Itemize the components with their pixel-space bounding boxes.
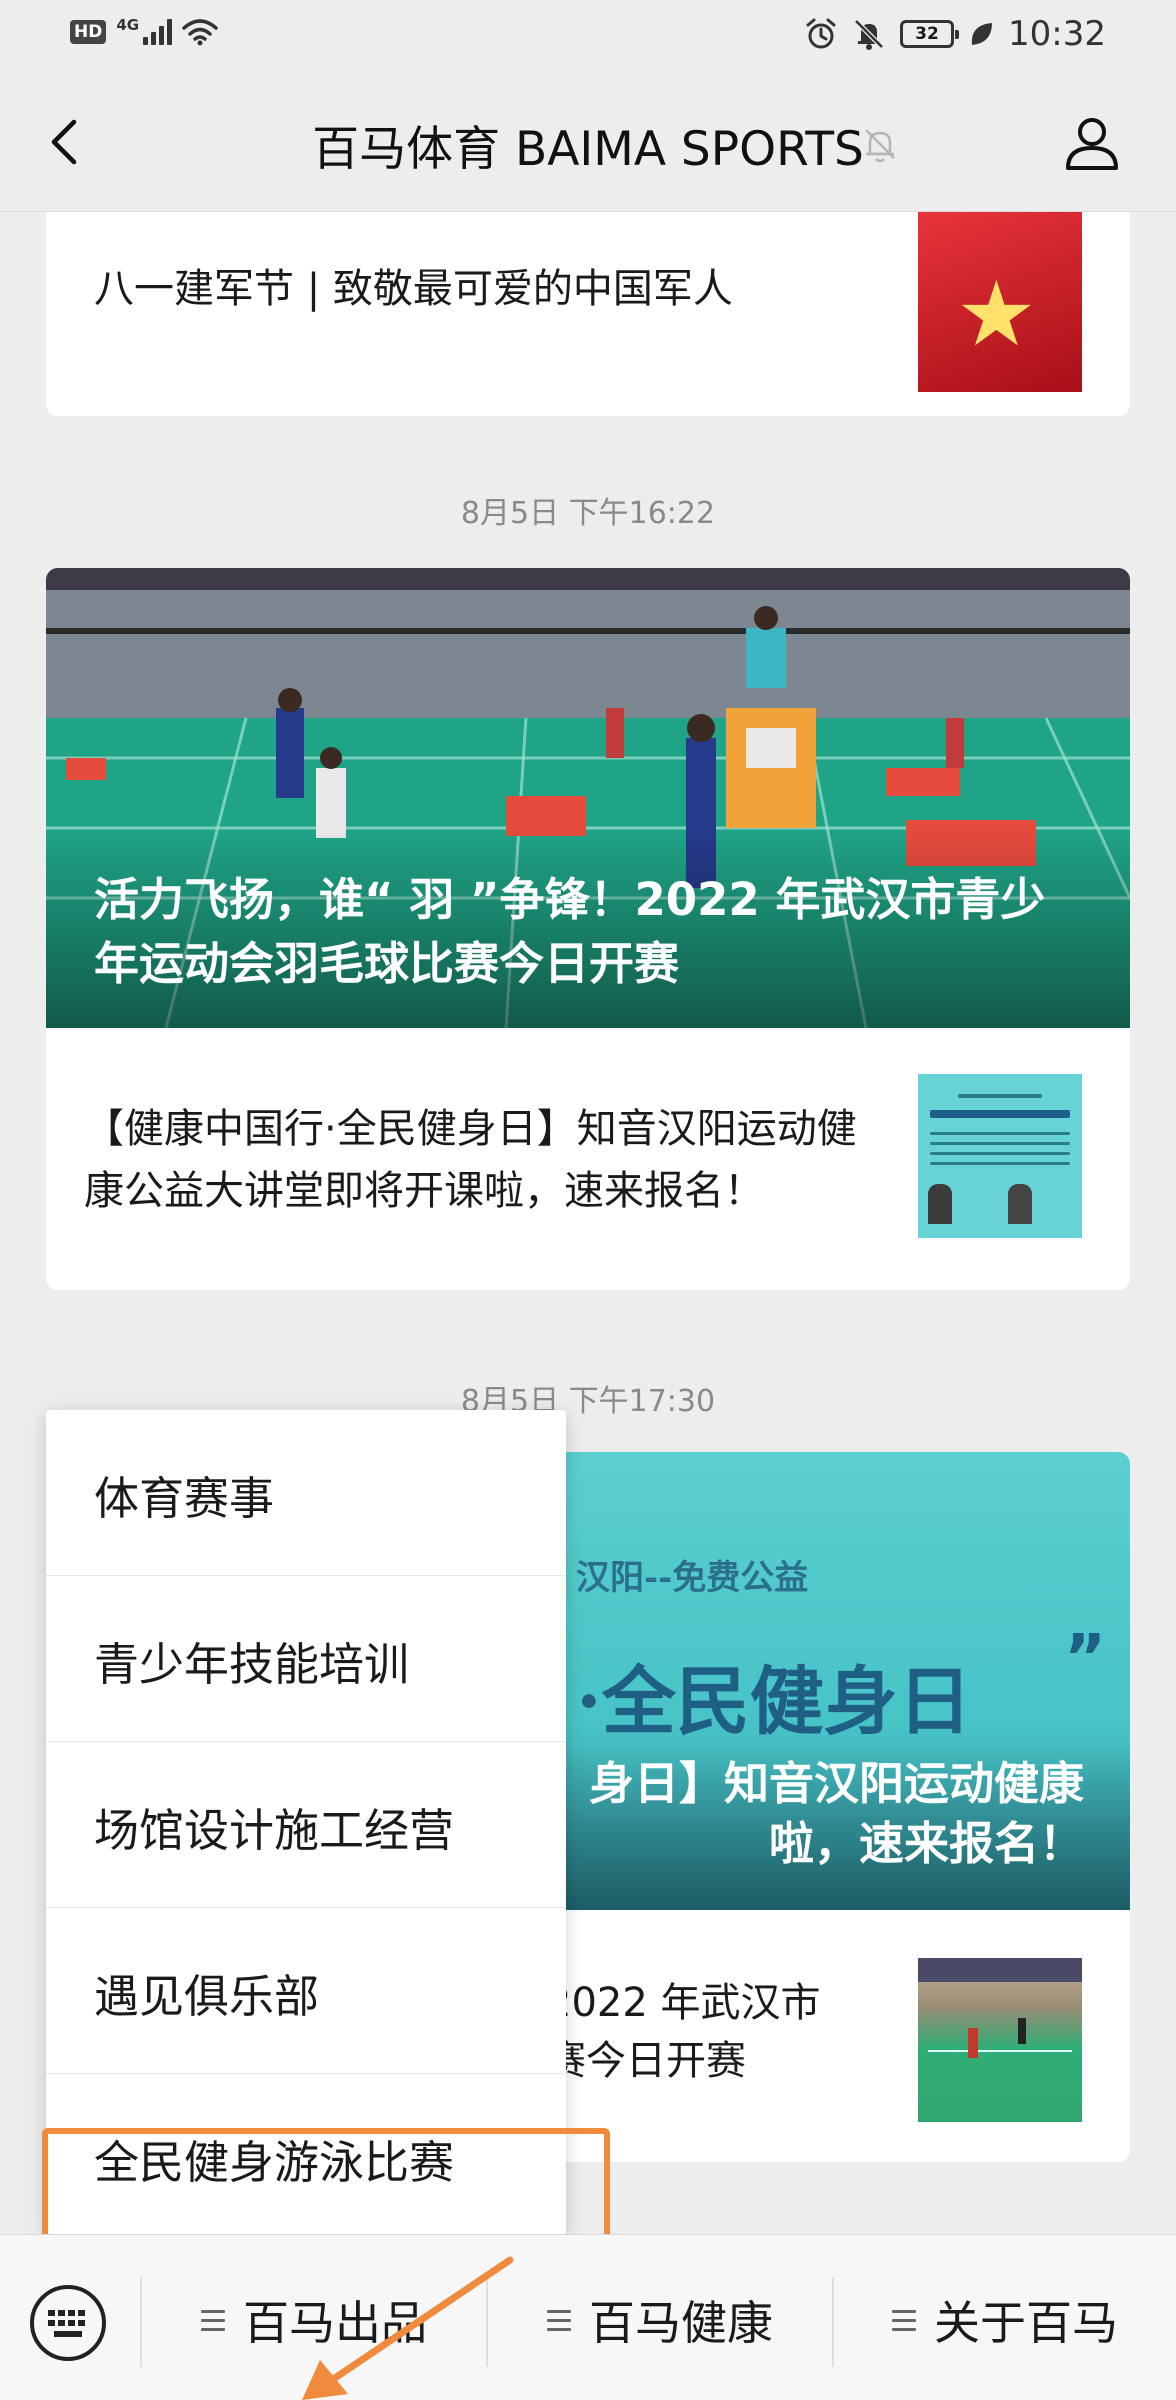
star-icon: ★: [956, 262, 1037, 367]
annotation-arrow-icon: [302, 2256, 514, 2400]
sub-article-health-lecture[interactable]: 【健康中国行·全民健身日】知音汉阳运动健康公益大讲堂即将开课啦，速来报名！: [46, 1028, 1130, 1290]
hero-free-text: 汉阳--免费公益: [576, 1558, 809, 1598]
menu-item-club[interactable]: 遇见俱乐部: [46, 1908, 566, 2074]
menu-item-label: 青少年技能培训: [94, 1638, 410, 1691]
health-lecture-thumbnail: [918, 1074, 1082, 1238]
battery-icon: 32: [900, 20, 960, 48]
army-day-thumbnail: ★: [918, 212, 1082, 392]
menu-item-venue-design[interactable]: 场馆设计施工经营: [46, 1742, 566, 1908]
keyboard-icon[interactable]: [28, 2283, 108, 2363]
article-title: 八一建军节 | 致敬最可爱的中国军人: [94, 266, 733, 312]
menu-item-label: 体育赛事: [94, 1472, 275, 1525]
menu-lines-icon: [892, 2309, 916, 2331]
article-card-army-day[interactable]: 八一建军节 | 致敬最可爱的中国军人 ★: [46, 212, 1130, 416]
nav-bar: 百马体育 BAIMA SPORTS: [0, 72, 1176, 212]
signal-icon: [143, 19, 173, 45]
sub-article-title: 【健康中国行·全民健身日】知音汉阳运动健康公益大讲堂即将开课啦，速来报名！: [84, 1106, 857, 1214]
tab-baima-health[interactable]: 百马健康: [488, 2275, 832, 2365]
hero-big-text: ·全民健身日: [576, 1659, 972, 1745]
mute-notification-icon: [854, 19, 884, 50]
highlight-annotation: [42, 2128, 610, 2248]
menu-item-youth-training[interactable]: 青少年技能培训: [46, 1576, 566, 1742]
alarm-icon: [806, 18, 836, 49]
status-bar: HD 4G 32 10:32: [0, 0, 1176, 72]
network-label: 4G: [116, 16, 140, 34]
clock: 10:32: [1008, 14, 1106, 54]
hero-title: 活力飞扬，谁“ 羽 ”争锋！2022 年武汉市青少年运动会羽毛球比赛今日开赛: [94, 873, 1046, 990]
hero-quote: ”: [1063, 1622, 1106, 1696]
badminton-hero-image[interactable]: 活力飞扬，谁“ 羽 ”争锋！2022 年武汉市青少年运动会羽毛球比赛今日开赛: [46, 568, 1130, 1028]
status-right: 32 10:32: [804, 14, 1106, 54]
menu-item-label: 遇见俱乐部: [94, 1970, 320, 2023]
page-title: 百马体育 BAIMA SPORTS: [312, 122, 864, 177]
wifi-icon: [182, 19, 218, 46]
tab-about-baima[interactable]: 关于百马: [834, 2275, 1176, 2365]
menu-lines-icon: [547, 2309, 571, 2331]
badminton-court-thumbnail: [918, 1958, 1082, 2122]
status-left: HD 4G: [70, 16, 218, 46]
article-card-badminton[interactable]: 活力飞扬，谁“ 羽 ”争锋！2022 年武汉市青少年运动会羽毛球比赛今日开赛 【…: [46, 568, 1130, 1290]
sub-article-title: 2022 年武汉市 赛今日开赛: [546, 1980, 821, 2084]
tab-label: 百马健康: [589, 2296, 773, 2350]
leaf-icon: [971, 23, 993, 45]
bell-off-icon: [865, 129, 895, 163]
person-icon[interactable]: [1058, 108, 1126, 176]
menu-item-sports-events[interactable]: 体育赛事: [46, 1410, 566, 1576]
bottom-menu-bar: 百马出品 百马健康 关于百马: [0, 2234, 1176, 2400]
hd-badge: HD: [70, 20, 107, 44]
submenu-popup: 体育赛事 青少年技能培训 场馆设计施工经营 遇见俱乐部 全民健身游泳比赛: [46, 1410, 566, 2236]
menu-lines-icon: [201, 2309, 225, 2331]
tab-label: 关于百马: [934, 2296, 1118, 2350]
menu-item-label: 场馆设计施工经营: [94, 1804, 455, 1857]
hero-title: 身日】知音汉阳运动健康 啦，速来报名！: [588, 1757, 1084, 1870]
message-timestamp: 8月5日 下午16:22: [460, 496, 716, 531]
